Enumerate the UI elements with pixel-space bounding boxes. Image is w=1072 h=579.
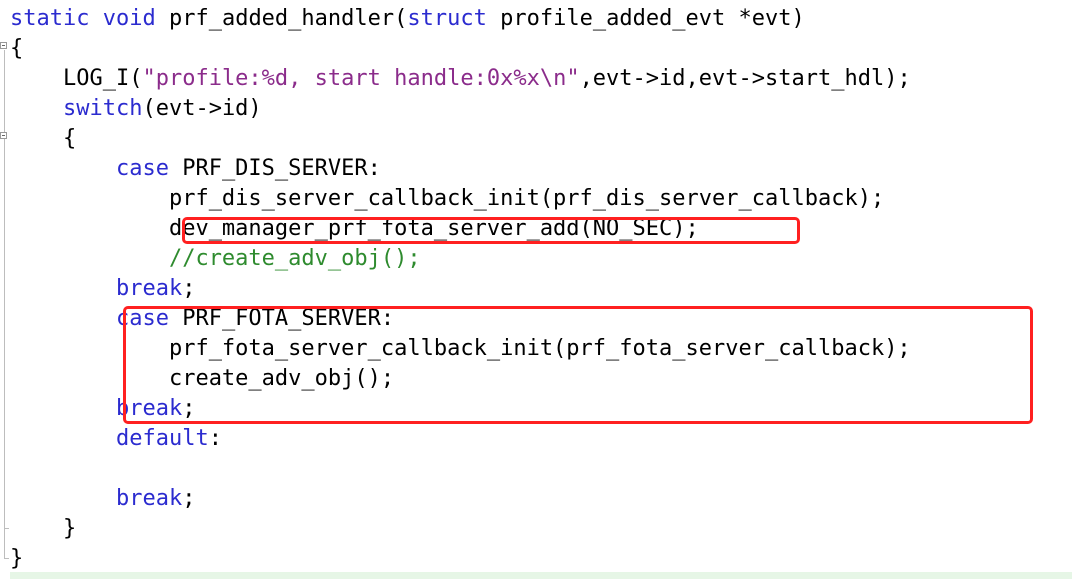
code-line-6[interactable]: case PRF_DIS_SERVER: — [10, 154, 381, 184]
code-line-10[interactable]: break; — [10, 274, 195, 304]
code-line-9[interactable]: //create_adv_obj(); — [10, 244, 421, 274]
code-line-3[interactable]: LOG_I("profile:%d, start handle:0x%x\n",… — [10, 64, 911, 94]
highlight-fota-server-add — [182, 217, 800, 244]
code-line-7[interactable]: prf_dis_server_callback_init(prf_dis_ser… — [10, 184, 884, 214]
keyword-void: void — [102, 6, 156, 31]
keyword-case: case — [115, 156, 169, 181]
semicolon: ; — [182, 276, 196, 301]
keyword-default: default — [115, 426, 209, 451]
code-line-19[interactable]: } — [10, 544, 23, 574]
code-line-4[interactable]: switch(evt->id) — [10, 94, 262, 124]
close-brace: } — [10, 546, 24, 571]
code-editor[interactable]: static void prf_added_handler(struct pro… — [0, 0, 1072, 579]
fold-end-switch — [4, 528, 9, 529]
log-call: LOG_I( — [62, 66, 143, 91]
current-line-highlight — [10, 572, 1072, 579]
log-args: ,evt->id,evt->start_hdl); — [579, 66, 911, 91]
keyword-break: break — [115, 276, 183, 301]
open-brace: { — [10, 36, 24, 61]
switch-open-brace: { — [62, 126, 77, 151]
code-line-5[interactable]: { — [10, 124, 76, 154]
fold-line-function — [4, 50, 5, 558]
code-line-15[interactable]: default: — [10, 424, 222, 454]
case-label-dis: PRF_DIS_SERVER: — [182, 156, 381, 181]
switch-close-brace: } — [62, 516, 77, 541]
code-line-2[interactable]: { — [10, 34, 23, 64]
fold-end-function — [4, 558, 9, 559]
semicolon: ; — [182, 486, 196, 511]
fold-gutter — [0, 0, 10, 579]
keyword-static: static — [10, 6, 90, 31]
keyword-break: break — [115, 486, 183, 511]
keyword-struct: struct — [407, 6, 487, 31]
code-line-18[interactable]: } — [10, 514, 76, 544]
highlight-fota-case-block — [123, 306, 1033, 424]
dis-callback-init: prf_dis_server_callback_init(prf_dis_ser… — [168, 186, 885, 211]
code-line-1[interactable]: static void prf_added_handler(struct pro… — [10, 4, 805, 34]
code-line-17[interactable]: break; — [10, 484, 195, 514]
colon: : — [208, 426, 222, 451]
fold-toggle-function[interactable] — [0, 42, 7, 49]
switch-expr: (evt->id) — [142, 96, 262, 121]
commented-create-adv: //create_adv_obj(); — [168, 246, 421, 271]
function-params: profile_added_evt *evt) — [500, 6, 805, 31]
fold-toggle-switch[interactable] — [0, 132, 7, 139]
format-string: "profile:%d, start handle:0x%x\n" — [142, 66, 580, 91]
keyword-switch: switch — [62, 96, 143, 121]
function-name: prf_added_handler( — [168, 6, 408, 31]
